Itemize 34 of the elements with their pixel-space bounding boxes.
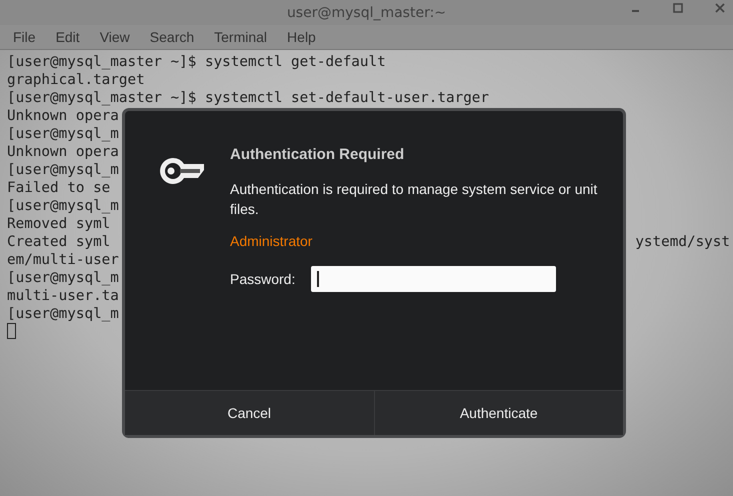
- terminal-line: [user@mysql_master ~]$ systemctl set-default-user.targer: [7, 89, 490, 107]
- terminal-line: graphical.target: [7, 71, 145, 89]
- terminal-line: Failed to se: [7, 179, 110, 197]
- terminal-line: [user@mysql_m: [7, 305, 119, 323]
- password-field[interactable]: [311, 266, 556, 292]
- dialog-message: Authentication is required to manage system service or unit files.: [230, 180, 598, 219]
- terminal-line: [user@mysql_master ~]$ systemctl get-default: [7, 53, 386, 71]
- terminal-line: [user@mysql_m: [7, 161, 119, 179]
- menu-item[interactable]: Edit: [56, 29, 80, 45]
- terminal-line: Unknown opera: [7, 143, 119, 161]
- key-icon: [158, 156, 206, 186]
- cancel-button[interactable]: Cancel: [125, 391, 374, 435]
- terminal-cursor: [7, 323, 16, 339]
- dialog-title: Authentication Required: [230, 146, 406, 163]
- password-label: Password:: [230, 271, 296, 287]
- terminal-line: [user@mysql_m: [7, 269, 119, 287]
- terminal-line: [user@mysql_m: [7, 197, 119, 215]
- user-name: Administrator: [230, 233, 314, 249]
- menu-item[interactable]: File: [13, 29, 36, 45]
- menu-item[interactable]: Help: [287, 29, 316, 45]
- terminal-line: ystemd/syst: [635, 233, 730, 251]
- terminal-line: [user@mysql_m: [7, 125, 119, 143]
- terminal-line: em/multi-user: [7, 251, 119, 269]
- maximize-icon[interactable]: [673, 3, 683, 13]
- terminal-line: Unknown opera: [7, 107, 119, 125]
- window-title: user@mysql_master:~: [286, 4, 446, 20]
- menu-item[interactable]: Terminal: [214, 29, 268, 45]
- menu-item[interactable]: Search: [150, 29, 194, 45]
- authenticate-button[interactable]: Authenticate: [374, 391, 623, 435]
- terminal-line: multi-user.ta: [7, 287, 119, 305]
- terminal-line: Created syml: [7, 233, 110, 251]
- close-icon[interactable]: [715, 3, 725, 13]
- terminal-line: Removed syml: [7, 215, 110, 233]
- menu-item[interactable]: View: [100, 29, 130, 45]
